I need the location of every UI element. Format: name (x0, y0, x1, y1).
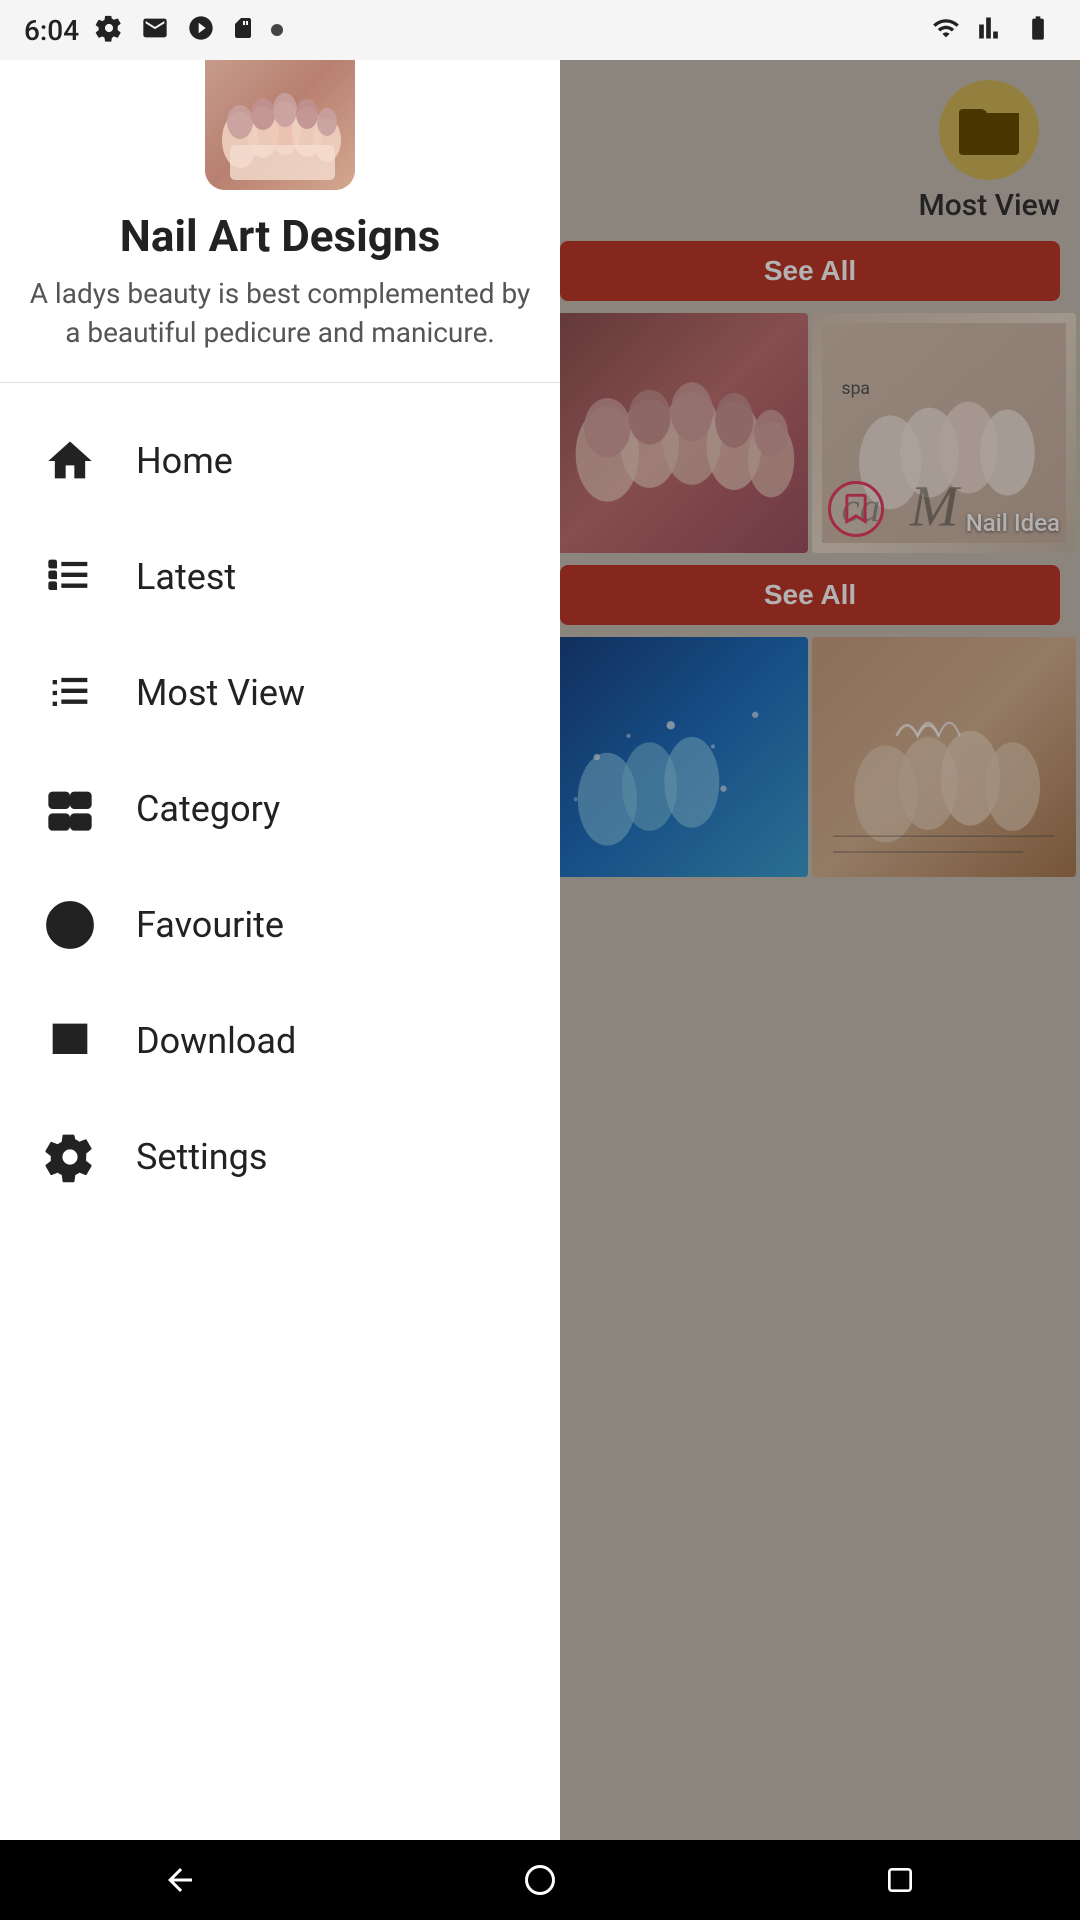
download-icon (40, 1011, 100, 1071)
logo-image (205, 40, 355, 190)
sd-card-icon (231, 14, 255, 46)
wifi-icon (928, 14, 964, 46)
app-subtitle: A ladys beauty is best complemented by a… (24, 274, 536, 352)
sidebar-item-favourite[interactable]: Favourite (0, 867, 560, 983)
gear-icon (95, 14, 123, 46)
download-label: Download (136, 1020, 296, 1062)
navigation-bar (0, 1840, 1080, 1920)
sidebar-item-most-view[interactable]: Most View (0, 635, 560, 751)
recents-button[interactable] (860, 1840, 940, 1920)
mail-icon (139, 14, 171, 46)
nav-list: Home Latest Most View Category (0, 383, 560, 1840)
status-bar-right (928, 14, 1056, 46)
overlay-dim[interactable] (540, 0, 1080, 1920)
home-label: Home (136, 440, 233, 482)
home-icon (40, 431, 100, 491)
most-view-label-nav: Most View (136, 672, 305, 714)
status-bar: 6:04 (0, 0, 1080, 60)
category-icon (40, 779, 100, 839)
sidebar-item-latest[interactable]: Latest (0, 519, 560, 635)
signal-icon (978, 14, 1006, 46)
sidebar-item-settings[interactable]: Settings (0, 1099, 560, 1215)
back-button[interactable] (140, 1840, 220, 1920)
notification-dot (271, 24, 283, 36)
sidebar-item-download[interactable]: Download (0, 983, 560, 1099)
status-bar-left: 6:04 (24, 14, 283, 47)
most-view-icon (40, 663, 100, 723)
latest-label: Latest (136, 556, 236, 598)
battery-icon (1020, 14, 1056, 46)
home-button[interactable] (500, 1840, 580, 1920)
app-logo (205, 40, 355, 190)
category-label: Category (136, 788, 280, 830)
settings-label: Settings (136, 1136, 267, 1178)
favourite-icon (40, 895, 100, 955)
app-title: Nail Art Designs (120, 210, 440, 262)
favourite-label: Favourite (136, 904, 284, 946)
sidebar-item-category[interactable]: Category (0, 751, 560, 867)
settings-icon (40, 1127, 100, 1187)
status-time: 6:04 (24, 14, 79, 47)
play-circle-icon (187, 14, 215, 46)
latest-icon (40, 547, 100, 607)
sidebar-item-home[interactable]: Home (0, 403, 560, 519)
side-drawer: Nail Art Designs A ladys beauty is best … (0, 0, 560, 1840)
